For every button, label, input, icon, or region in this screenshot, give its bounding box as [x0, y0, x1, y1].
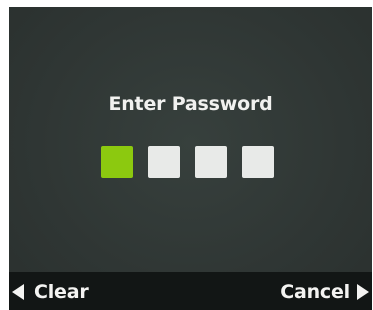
device-screen: Enter Password Clear Cancel: [9, 7, 372, 310]
password-digit-1[interactable]: [101, 146, 133, 178]
password-digit-row: [101, 146, 274, 178]
cancel-softkey[interactable]: Cancel: [280, 281, 369, 303]
password-digit-3[interactable]: [195, 146, 227, 178]
softkey-bar: Clear Cancel: [9, 272, 372, 310]
clear-softkey[interactable]: Clear: [12, 281, 89, 303]
password-prompt-title: Enter Password: [108, 93, 273, 115]
triangle-right-icon: [357, 284, 369, 300]
cancel-softkey-label: Cancel: [280, 281, 350, 303]
triangle-left-icon: [12, 284, 24, 300]
password-digit-4[interactable]: [242, 146, 274, 178]
password-digit-2[interactable]: [148, 146, 180, 178]
clear-softkey-label: Clear: [34, 281, 89, 303]
